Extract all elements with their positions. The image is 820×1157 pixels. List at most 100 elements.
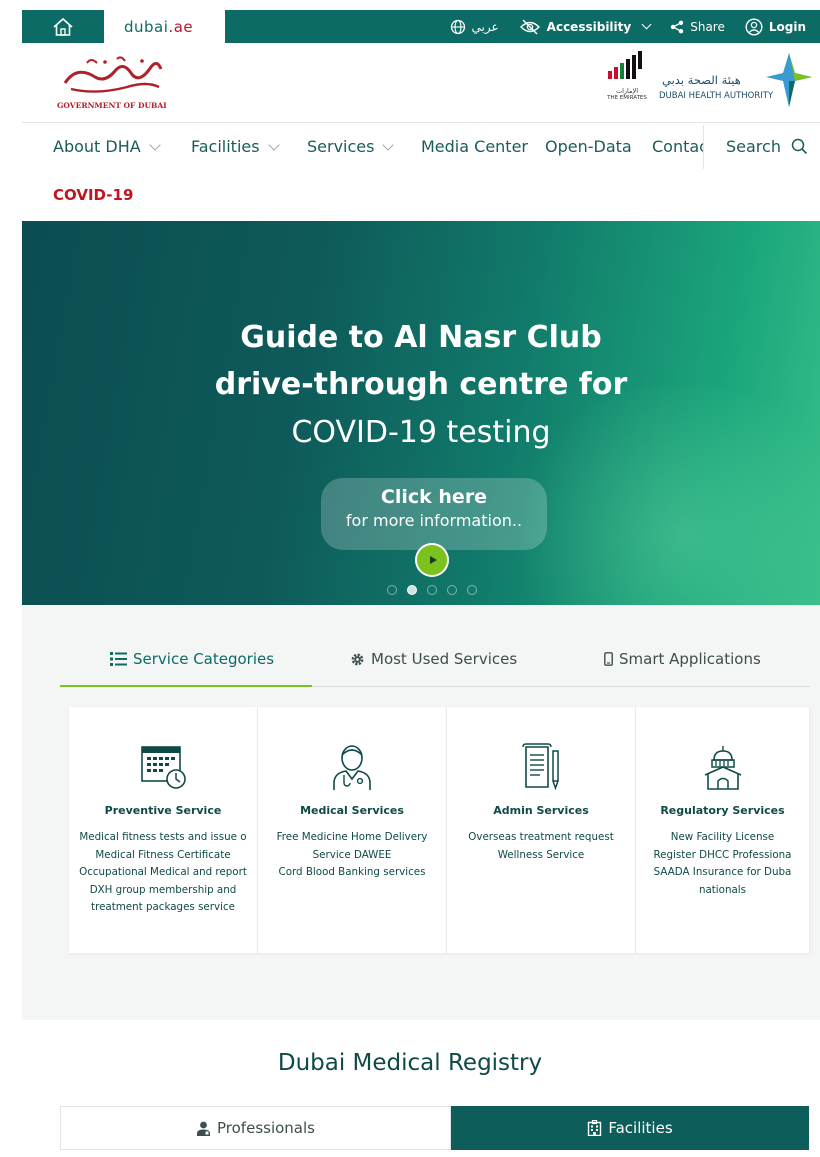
government-of-dubai-logo[interactable]: GOVERNMENT OF DUBAI bbox=[57, 53, 167, 110]
card-link[interactable]: Cord Blood Banking services bbox=[258, 864, 446, 882]
card-link[interactable]: treatment packages service bbox=[69, 899, 257, 917]
carousel-dot-active[interactable] bbox=[407, 585, 417, 595]
tab-service-categories[interactable]: Service Categories bbox=[110, 650, 274, 668]
card-preventive-service[interactable]: Preventive Service Medical fitness tests… bbox=[69, 707, 258, 953]
nav-media-center[interactable]: Media Center bbox=[421, 137, 528, 156]
card-regulatory-services[interactable]: Regulatory Services New Facility License… bbox=[636, 707, 810, 953]
hero-carousel[interactable]: Guide to Al Nasr Club drive-through cent… bbox=[22, 221, 820, 605]
card-link[interactable]: SAADA Insurance for Duba bbox=[636, 864, 809, 882]
carousel-dot[interactable] bbox=[387, 585, 397, 595]
chevron-down-icon bbox=[149, 138, 161, 151]
carousel-dot[interactable] bbox=[427, 585, 437, 595]
tab-label: Professionals bbox=[217, 1119, 315, 1137]
card-link[interactable]: nationals bbox=[636, 882, 809, 900]
emirates-bars-graphic bbox=[608, 51, 642, 79]
card-links: New Facility License Register DHCC Profe… bbox=[636, 829, 809, 899]
eye-slash-icon bbox=[519, 18, 540, 35]
tab-most-used-services[interactable]: Most Used Services bbox=[350, 650, 517, 668]
card-medical-services[interactable]: Medical Services Free Medicine Home Deli… bbox=[258, 707, 447, 953]
top-utility-links: عربي Accessibility Share Login bbox=[450, 10, 820, 43]
home-button[interactable] bbox=[22, 10, 104, 43]
hospital-building-icon bbox=[588, 1120, 602, 1136]
gear-icon bbox=[351, 653, 364, 665]
active-tab-indicator bbox=[60, 685, 312, 687]
nav-about-dha[interactable]: About DHA bbox=[53, 137, 161, 156]
share-button[interactable]: Share bbox=[670, 20, 725, 34]
accessibility-label: Accessibility bbox=[546, 19, 632, 34]
globe-icon bbox=[450, 19, 465, 34]
card-title: Preventive Service bbox=[104, 804, 222, 817]
nav-label: Contac bbox=[652, 137, 704, 156]
portal-suffix: .ae bbox=[168, 17, 194, 36]
nav-open-data[interactable]: Open-Data bbox=[545, 137, 632, 156]
card-link[interactable]: Free Medicine Home Delivery bbox=[258, 829, 446, 847]
card-link[interactable]: New Facility License bbox=[636, 829, 809, 847]
card-link[interactable]: Occupational Medical and report bbox=[69, 864, 257, 882]
the-emirates-logo: الإمارات THE EMIRATES bbox=[602, 51, 652, 106]
play-button[interactable] bbox=[415, 543, 449, 577]
search-button[interactable]: Search bbox=[726, 137, 808, 156]
list-icon bbox=[110, 652, 127, 666]
home-icon bbox=[53, 17, 73, 36]
dha-star-icon bbox=[766, 53, 812, 107]
card-links: Medical fitness tests and issue o Medica… bbox=[69, 829, 257, 917]
services-section: Service Categories Most Used Services Sm… bbox=[22, 605, 820, 1020]
share-label: Share bbox=[690, 19, 725, 34]
play-icon bbox=[429, 556, 437, 564]
login-label: Login bbox=[768, 19, 806, 34]
tab-smart-applications[interactable]: Smart Applications bbox=[604, 650, 761, 668]
card-title: Regulatory Services bbox=[660, 804, 785, 817]
calendar-clock-icon bbox=[141, 746, 186, 789]
card-link[interactable]: DXH group membership and bbox=[69, 882, 257, 900]
dubai-ae-link[interactable]: dubai .ae bbox=[104, 10, 225, 43]
hero-title-line-3: COVID-19 testing bbox=[291, 415, 551, 450]
tab-label: Facilities bbox=[608, 1119, 673, 1137]
language-switch[interactable]: عربي bbox=[450, 19, 499, 35]
hero-title-line-2: drive-through centre for bbox=[214, 367, 628, 402]
registry-tabs: Professionals Facilities bbox=[60, 1106, 809, 1150]
cta-line-1: Click here bbox=[380, 486, 488, 508]
card-link[interactable]: Overseas treatment request bbox=[447, 829, 635, 847]
accessibility-menu[interactable]: Accessibility bbox=[519, 18, 652, 35]
logo-row: GOVERNMENT OF DUBAI الإمارات THE EMIRATE… bbox=[22, 43, 820, 123]
carousel-dot[interactable] bbox=[467, 585, 477, 595]
registry-tab-facilities[interactable]: Facilities bbox=[451, 1106, 809, 1150]
nav-facilities[interactable]: Facilities bbox=[191, 137, 280, 156]
nav-separator bbox=[703, 125, 704, 169]
government-of-dubai-text: GOVERNMENT OF DUBAI bbox=[57, 101, 167, 110]
portal-name: dubai bbox=[124, 17, 169, 36]
government-building-icon bbox=[704, 746, 741, 790]
card-link[interactable]: Medical fitness tests and issue o bbox=[69, 829, 257, 847]
card-admin-services[interactable]: Admin Services Overseas treatment reques… bbox=[447, 707, 636, 953]
page: dubai .ae عربي Accessibility Share Login… bbox=[0, 0, 820, 1157]
nav-label: Facilities bbox=[191, 137, 260, 156]
nav-label: About DHA bbox=[53, 137, 141, 156]
card-link[interactable]: Register DHCC Professiona bbox=[636, 847, 809, 865]
hero-title-line-1: Guide to Al Nasr Club bbox=[240, 320, 602, 355]
tab-label: Service Categories bbox=[133, 650, 275, 668]
user-circle-icon bbox=[745, 17, 763, 36]
card-link[interactable]: Wellness Service bbox=[447, 847, 635, 865]
carousel-dot[interactable] bbox=[447, 585, 457, 595]
dha-english-name: DUBAI HEALTH AUTHORITY bbox=[659, 91, 774, 101]
hero-cta-button[interactable]: Click here for more information.. bbox=[321, 478, 547, 550]
card-links: Overseas treatment request Wellness Serv… bbox=[447, 829, 635, 864]
card-link[interactable]: Service DAWEE bbox=[258, 847, 446, 865]
card-link[interactable]: Medical Fitness Certificate bbox=[69, 847, 257, 865]
search-icon bbox=[791, 138, 808, 155]
search-label: Search bbox=[726, 137, 781, 156]
mobile-phone-icon bbox=[604, 652, 613, 666]
dubai-health-authority-logo[interactable]: هيئة الصحة بدبي DUBAI HEALTH AUTHORITY bbox=[654, 51, 820, 111]
nav-label: Services bbox=[307, 137, 375, 156]
nav-services[interactable]: Services bbox=[307, 137, 395, 156]
nav-label: Media Center bbox=[421, 137, 528, 156]
registry-title: Dubai Medical Registry bbox=[277, 1050, 543, 1076]
card-icon-wrap bbox=[447, 722, 635, 797]
user-doctor-icon bbox=[197, 1121, 211, 1136]
nav-contact[interactable]: Contac bbox=[652, 137, 704, 156]
dubai-calligraphy-logo bbox=[63, 56, 163, 93]
covid-19-link[interactable]: COVID-19 bbox=[53, 186, 133, 204]
login-button[interactable]: Login bbox=[745, 17, 806, 36]
registry-tab-professionals[interactable]: Professionals bbox=[60, 1106, 451, 1150]
nav-label: Open-Data bbox=[545, 137, 632, 156]
